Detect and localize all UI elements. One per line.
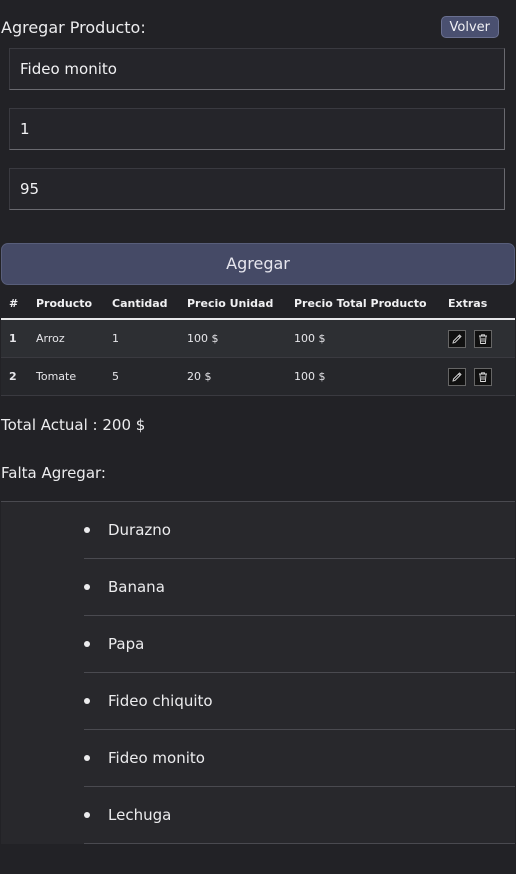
row-extras bbox=[440, 319, 515, 358]
pencil-icon[interactable] bbox=[448, 367, 466, 386]
header-product: Producto bbox=[28, 288, 104, 320]
row-product: Arroz bbox=[28, 319, 104, 358]
list-item-label: Durazno bbox=[108, 521, 171, 539]
total-label: Total Actual : 200 $ bbox=[1, 416, 146, 434]
missing-list: Durazno Banana Papa Fideo chiquito Fideo… bbox=[84, 502, 515, 844]
bullet-icon bbox=[84, 527, 90, 533]
trash-icon[interactable] bbox=[474, 367, 492, 386]
row-unit-price: 100 $ bbox=[179, 319, 286, 358]
list-item-label: Lechuga bbox=[108, 806, 172, 824]
bullet-icon bbox=[84, 812, 90, 818]
bullet-icon bbox=[84, 698, 90, 704]
list-item: Durazno bbox=[84, 502, 515, 559]
table-header-row: # Producto Cantidad Precio Unidad Precio… bbox=[1, 288, 515, 320]
list-item: Lechuga bbox=[84, 787, 515, 844]
header-unit-price: Precio Unidad bbox=[179, 288, 286, 320]
header-quantity: Cantidad bbox=[104, 288, 179, 320]
row-index: 1 bbox=[1, 319, 28, 358]
row-total-price: 100 $ bbox=[286, 319, 440, 358]
add-button[interactable]: Agregar bbox=[1, 243, 515, 285]
list-item: Banana bbox=[84, 559, 515, 616]
row-total-price: 100 $ bbox=[286, 357, 440, 396]
list-item: Papa bbox=[84, 616, 515, 673]
row-index: 2 bbox=[1, 357, 28, 396]
row-extras bbox=[440, 357, 515, 396]
list-item-label: Banana bbox=[108, 578, 165, 596]
bullet-icon bbox=[84, 584, 90, 590]
pencil-icon[interactable] bbox=[448, 329, 466, 348]
price-input[interactable]: 95 bbox=[9, 168, 505, 210]
row-product: Tomate bbox=[28, 357, 104, 396]
bullet-icon bbox=[84, 641, 90, 647]
products-table: # Producto Cantidad Precio Unidad Precio… bbox=[1, 288, 515, 396]
table-row: 1 Arroz 1 100 $ 100 $ bbox=[1, 319, 515, 358]
back-button[interactable]: Volver bbox=[440, 16, 499, 38]
header: Agregar Producto: Volver bbox=[1, 16, 515, 42]
list-item: Fideo monito bbox=[84, 730, 515, 787]
header-index: # bbox=[1, 288, 28, 320]
bullet-icon bbox=[84, 755, 90, 761]
list-item-label: Fideo monito bbox=[108, 749, 205, 767]
header-total-price: Precio Total Producto bbox=[286, 288, 440, 320]
table-row: 2 Tomate 5 20 $ 100 $ bbox=[1, 357, 515, 396]
product-input[interactable]: Fideo monito bbox=[9, 48, 505, 90]
row-quantity: 1 bbox=[104, 319, 179, 358]
page-title: Agregar Producto: bbox=[1, 18, 146, 37]
list-item-label: Papa bbox=[108, 635, 145, 653]
list-item-label: Fideo chiquito bbox=[108, 692, 213, 710]
header-extras: Extras bbox=[440, 288, 515, 320]
trash-icon[interactable] bbox=[474, 329, 492, 348]
row-quantity: 5 bbox=[104, 357, 179, 396]
row-unit-price: 20 $ bbox=[179, 357, 286, 396]
list-item: Fideo chiquito bbox=[84, 673, 515, 730]
missing-title: Falta Agregar: bbox=[1, 464, 106, 482]
quantity-input[interactable]: 1 bbox=[9, 108, 505, 150]
